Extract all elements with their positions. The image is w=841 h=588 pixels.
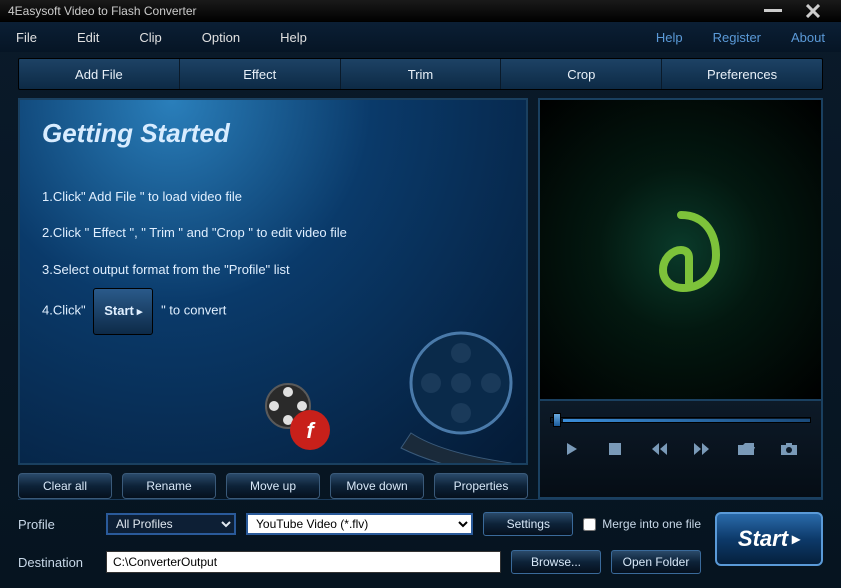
svg-text:f: f xyxy=(306,418,316,443)
toolbar-trim[interactable]: Trim xyxy=(341,67,501,82)
profile-row: Profile All Profiles YouTube Video (*.fl… xyxy=(18,512,701,536)
merge-checkbox[interactable] xyxy=(583,518,596,531)
welcome-step-4: 4.Click" Start " to convert xyxy=(42,288,504,334)
progress-knob[interactable] xyxy=(553,413,561,427)
progress-slider[interactable] xyxy=(550,417,811,423)
list-action-buttons: Clear all Rename Move up Move down Prope… xyxy=(18,473,528,499)
app-logo-icon xyxy=(631,200,731,300)
close-button[interactable] xyxy=(803,3,823,19)
flash-logo-icon: f xyxy=(260,378,340,458)
app-title: 4Easysoft Video to Flash Converter xyxy=(8,4,763,18)
start-button[interactable]: Start xyxy=(715,512,823,566)
menu-right: Help Register About xyxy=(656,30,825,45)
move-up-button[interactable]: Move up xyxy=(226,473,320,499)
start-column: Start xyxy=(715,512,823,566)
toolbar-crop[interactable]: Crop xyxy=(501,67,661,82)
merge-label: Merge into one file xyxy=(602,517,701,531)
welcome-step-3: 3.Select output format from the "Profile… xyxy=(42,252,504,288)
profile-category-select[interactable]: All Profiles xyxy=(106,513,236,535)
profile-label: Profile xyxy=(18,517,96,532)
next-button[interactable] xyxy=(690,437,714,461)
menu-edit[interactable]: Edit xyxy=(77,30,99,45)
toolbar-add-file[interactable]: Add File xyxy=(19,67,179,82)
titlebar: 4Easysoft Video to Flash Converter xyxy=(0,0,841,22)
menu-bar: File Edit Clip Option Help Help Register… xyxy=(0,22,841,52)
toolbar: Add File Effect Trim Crop Preferences xyxy=(18,58,823,90)
play-button[interactable] xyxy=(560,437,584,461)
form-column: Profile All Profiles YouTube Video (*.fl… xyxy=(18,512,701,574)
minimize-button[interactable] xyxy=(763,3,783,19)
toolbar-effect[interactable]: Effect xyxy=(180,67,340,82)
destination-input[interactable] xyxy=(106,551,501,573)
player-buttons xyxy=(550,437,811,461)
rename-button[interactable]: Rename xyxy=(122,473,216,499)
open-folder-button[interactable]: Open Folder xyxy=(611,550,701,574)
welcome-title: Getting Started xyxy=(42,118,504,149)
player-controls xyxy=(538,401,823,499)
destination-row: Destination Browse... Open Folder xyxy=(18,550,701,574)
bottom-panel: Profile All Profiles YouTube Video (*.fl… xyxy=(0,500,841,588)
window-controls xyxy=(763,3,823,19)
progress-fill xyxy=(563,419,810,422)
link-about[interactable]: About xyxy=(791,30,825,45)
welcome-step-1: 1.Click" Add File " to load video file xyxy=(42,179,504,215)
link-help[interactable]: Help xyxy=(656,30,683,45)
stop-button[interactable] xyxy=(603,437,627,461)
merge-checkbox-wrap[interactable]: Merge into one file xyxy=(583,517,701,531)
toolbar-preferences[interactable]: Preferences xyxy=(662,67,822,82)
menu-file[interactable]: File xyxy=(16,30,37,45)
welcome-panel: Getting Started 1.Click" Add File " to l… xyxy=(18,98,528,465)
destination-label: Destination xyxy=(18,555,96,570)
open-file-button[interactable] xyxy=(734,437,758,461)
properties-button[interactable]: Properties xyxy=(434,473,528,499)
left-panel: Getting Started 1.Click" Add File " to l… xyxy=(18,98,528,499)
profile-format-select[interactable]: YouTube Video (*.flv) xyxy=(246,513,473,535)
app-window: 4Easysoft Video to Flash Converter File … xyxy=(0,0,841,588)
settings-button[interactable]: Settings xyxy=(483,512,573,536)
welcome-steps: 1.Click" Add File " to load video file 2… xyxy=(42,179,504,335)
video-preview xyxy=(538,98,823,401)
snapshot-button[interactable] xyxy=(777,437,801,461)
menu-clip[interactable]: Clip xyxy=(139,30,161,45)
prev-button[interactable] xyxy=(647,437,671,461)
browse-button[interactable]: Browse... xyxy=(511,550,601,574)
move-down-button[interactable]: Move down xyxy=(330,473,424,499)
inline-start-button[interactable]: Start xyxy=(93,288,153,334)
film-reel-icon xyxy=(361,323,521,465)
link-register[interactable]: Register xyxy=(713,30,761,45)
menu-help[interactable]: Help xyxy=(280,30,307,45)
welcome-step-2: 2.Click " Effect ", " Trim " and "Crop "… xyxy=(42,215,504,251)
menu-option[interactable]: Option xyxy=(202,30,240,45)
content-area: Getting Started 1.Click" Add File " to l… xyxy=(0,90,841,499)
clear-all-button[interactable]: Clear all xyxy=(18,473,112,499)
main-menu: File Edit Clip Option Help xyxy=(16,30,307,45)
preview-panel xyxy=(538,98,823,499)
